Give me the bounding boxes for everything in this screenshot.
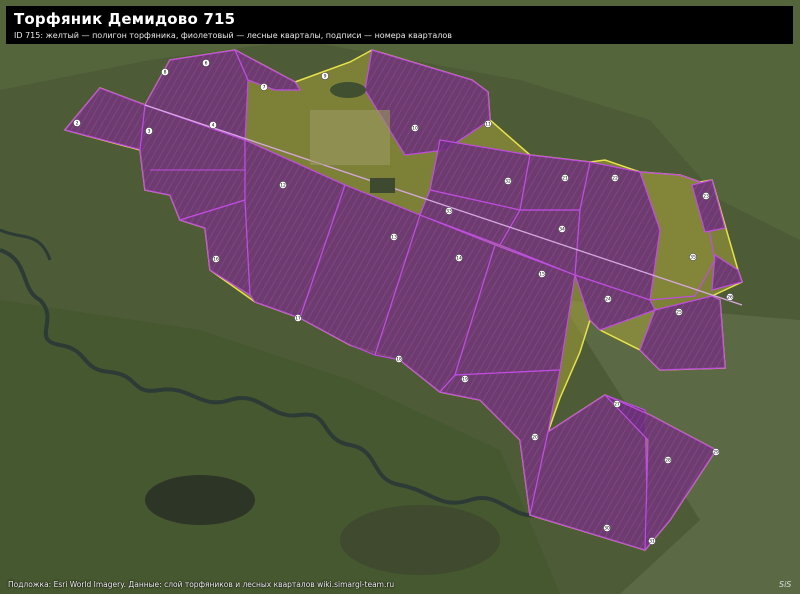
svg-text:7: 7 xyxy=(263,85,266,91)
quarter-label: 18 xyxy=(395,355,403,363)
quarter-label: 21 xyxy=(561,174,569,182)
quarter-label: 19 xyxy=(461,375,469,383)
svg-text:13: 13 xyxy=(391,235,397,241)
svg-text:20: 20 xyxy=(532,435,538,441)
svg-text:17: 17 xyxy=(295,316,301,322)
quarter-label: 11 xyxy=(484,120,492,128)
quarter-label: 4 xyxy=(209,121,217,129)
svg-text:27: 27 xyxy=(614,402,620,408)
quarter-label: 6 xyxy=(202,59,210,67)
svg-text:33: 33 xyxy=(446,209,452,215)
attribution: Подложка: Esri World Imagery. Данные: сл… xyxy=(8,580,395,589)
logo: SiS xyxy=(779,580,792,589)
quarter-label: 31 xyxy=(648,537,656,545)
svg-text:30: 30 xyxy=(604,526,610,532)
quarter-label: 3 xyxy=(145,127,153,135)
quarter-labels-layer: 6872349101112131415161718192021 222324252… xyxy=(73,59,734,545)
quarter-label: 34 xyxy=(558,225,566,233)
svg-text:3: 3 xyxy=(148,129,151,135)
svg-text:28: 28 xyxy=(665,458,671,464)
svg-text:12: 12 xyxy=(280,183,286,189)
map-title: Торфяник Демидово 715 xyxy=(14,10,236,28)
svg-text:15: 15 xyxy=(539,272,545,278)
quarter-label: 25 xyxy=(675,308,683,316)
quarter-label: 13 xyxy=(390,233,398,241)
svg-text:26: 26 xyxy=(727,295,733,301)
svg-text:23: 23 xyxy=(703,194,709,200)
title-bar: Торфяник Демидово 715 ID 715: желтый — п… xyxy=(6,6,793,44)
quarter-label: 12 xyxy=(279,181,287,189)
quarter-label: 33 xyxy=(445,207,453,215)
svg-text:31: 31 xyxy=(649,539,655,545)
quarter-label: 29 xyxy=(712,448,720,456)
quarter-label: 17 xyxy=(294,314,302,322)
quarter-label: 10 xyxy=(411,124,419,132)
quarter-label: 28 xyxy=(664,456,672,464)
svg-text:8: 8 xyxy=(164,70,167,76)
map-view[interactable]: 6 8 7 2 3 4 9 10 11 12 13 14 15 16 17 18 19 20 21 22 23 24 25 2… xyxy=(0,0,800,594)
quarter-label: 15 xyxy=(538,270,546,278)
quarter-label: 23 xyxy=(702,192,710,200)
svg-text:11: 11 xyxy=(485,122,491,128)
map-subtitle: ID 715: желтый — полигон торфяника, фиол… xyxy=(14,31,452,40)
quarter-label: 32 xyxy=(504,177,512,185)
quarter-label: 2 xyxy=(73,119,81,127)
quarter-label: 30 xyxy=(603,524,611,532)
quarter-label: 14 xyxy=(455,254,463,262)
svg-text:4: 4 xyxy=(212,123,215,129)
quarter-label: 24 xyxy=(604,295,612,303)
quarter-label: 22 xyxy=(611,174,619,182)
svg-text:18: 18 xyxy=(396,357,402,363)
svg-text:34: 34 xyxy=(559,227,565,233)
svg-text:29: 29 xyxy=(713,450,719,456)
svg-text:32: 32 xyxy=(505,179,511,185)
quarter-label: 27 xyxy=(613,400,621,408)
quarter-label: 16 xyxy=(212,255,220,263)
svg-text:35: 35 xyxy=(690,255,696,261)
svg-text:19: 19 xyxy=(462,377,468,383)
quarter-label: 26 xyxy=(726,293,734,301)
quarter-label: 20 xyxy=(531,433,539,441)
svg-text:2: 2 xyxy=(76,121,79,127)
svg-text:22: 22 xyxy=(612,176,618,182)
svg-text:14: 14 xyxy=(456,256,462,262)
quarter-label: 9 xyxy=(321,72,329,80)
svg-text:25: 25 xyxy=(676,310,682,316)
svg-text:6: 6 xyxy=(205,61,208,67)
quarter-label: 7 xyxy=(260,83,268,91)
svg-text:21: 21 xyxy=(562,176,568,182)
svg-text:16: 16 xyxy=(213,257,219,263)
quarter-label: 8 xyxy=(161,68,169,76)
svg-text:24: 24 xyxy=(605,297,611,303)
svg-text:9: 9 xyxy=(324,74,327,80)
svg-text:10: 10 xyxy=(412,126,418,132)
quarter-label: 35 xyxy=(689,253,697,261)
